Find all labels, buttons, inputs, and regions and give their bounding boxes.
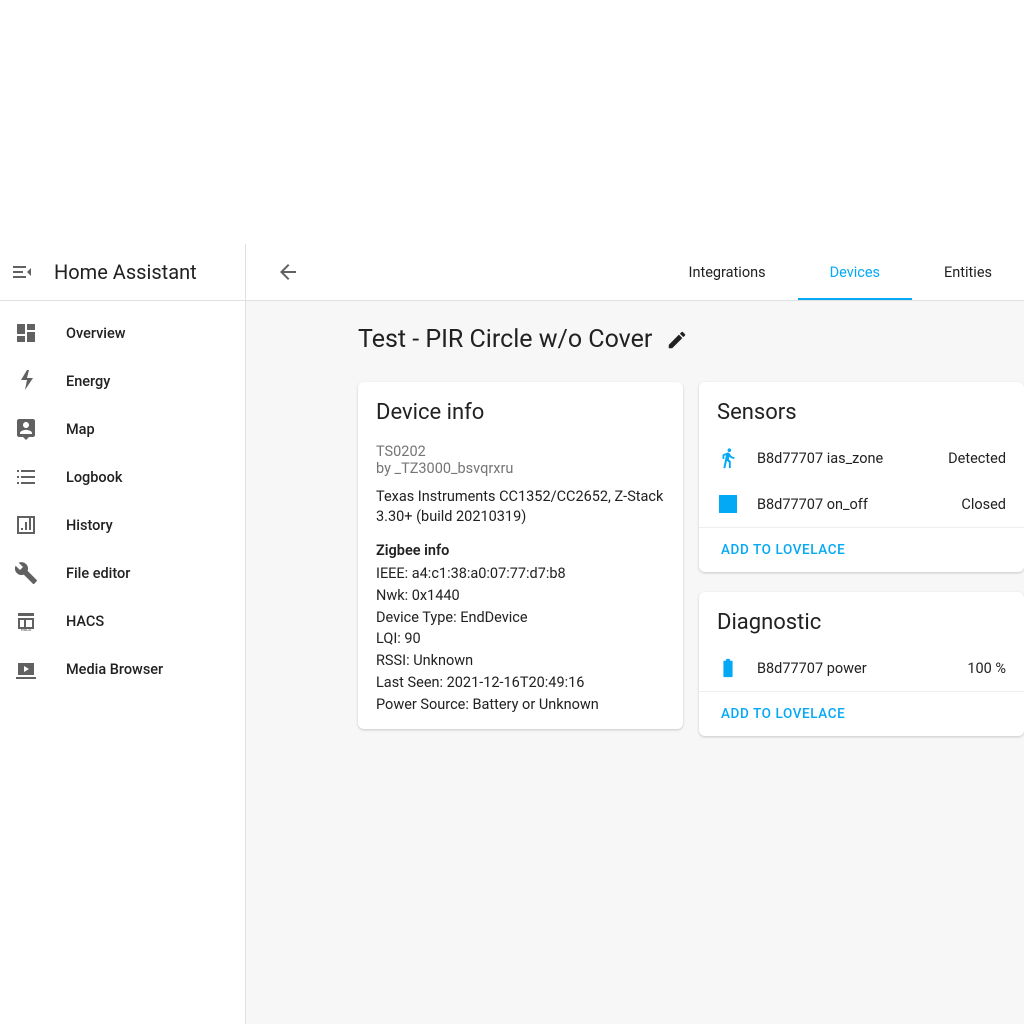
sidebar-item-label: Media Browser <box>66 661 163 678</box>
cards-row: Device info TS0202 by _TZ3000_bsvqrxru T… <box>358 382 1024 736</box>
device-manufacturer: by _TZ3000_bsvqrxru <box>376 460 665 477</box>
device-hardware: Texas Instruments CC1352/CC2652, Z-Stack… <box>376 487 665 526</box>
diagnostic-card: Diagnostic B8d77707 power 100 % ADD TO L… <box>699 592 1024 736</box>
zigbee-nwk: Nwk: 0x1440 <box>376 585 665 607</box>
main-area: Integrations Devices Entities Test - PIR… <box>246 244 1024 1024</box>
sidebar-item-overview[interactable]: Overview <box>0 309 245 357</box>
sidebar-item-label: File editor <box>66 565 130 582</box>
dashboard-icon <box>14 321 38 345</box>
tabs: Integrations Devices Entities <box>657 244 1024 300</box>
sidebar-nav: Overview Energy Map Logbook History File… <box>0 301 245 701</box>
diagnostic-value: 100 % <box>967 660 1006 677</box>
back-icon[interactable] <box>276 260 300 284</box>
tab-entities[interactable]: Entities <box>912 244 1024 300</box>
sidebar-item-label: HACS <box>66 613 104 630</box>
sidebar: Home Assistant Overview Energy Map Logbo… <box>0 244 246 1024</box>
sidebar-item-label: Overview <box>66 325 126 342</box>
add-to-lovelace-button[interactable]: ADD TO LOVELACE <box>699 692 1024 736</box>
sensor-value: Detected <box>948 450 1006 467</box>
sidebar-item-label: Logbook <box>66 469 122 486</box>
play-box-icon <box>14 657 38 681</box>
edit-icon[interactable] <box>666 329 688 351</box>
zigbee-info-label: Zigbee info <box>376 542 665 559</box>
sidebar-header: Home Assistant <box>0 244 245 301</box>
zigbee-lqi: LQI: 90 <box>376 628 665 650</box>
svg-text:HACS: HACS <box>21 627 32 632</box>
sidebar-item-media-browser[interactable]: Media Browser <box>0 645 245 693</box>
page-title: Test - PIR Circle w/o Cover <box>358 325 652 354</box>
zigbee-power-source: Power Source: Battery or Unknown <box>376 694 665 716</box>
device-info-card: Device info TS0202 by _TZ3000_bsvqrxru T… <box>358 382 683 729</box>
diagnostic-title: Diagnostic <box>699 610 1024 635</box>
person-pin-icon <box>14 417 38 441</box>
app-title: Home Assistant <box>54 260 197 284</box>
zigbee-device-type: Device Type: EndDevice <box>376 607 665 629</box>
sensor-row[interactable]: B8d77707 ias_zone Detected <box>699 435 1024 481</box>
bar-chart-icon <box>14 513 38 537</box>
sidebar-item-energy[interactable]: Energy <box>0 357 245 405</box>
sidebar-item-file-editor[interactable]: File editor <box>0 549 245 597</box>
sensor-value: Closed <box>961 496 1006 513</box>
hacs-icon: HACS <box>14 609 38 633</box>
device-info-title: Device info <box>376 400 665 425</box>
side-cards: Sensors B8d77707 ias_zone Detected <box>699 382 1024 736</box>
run-icon <box>717 447 739 469</box>
sidebar-item-hacs[interactable]: HACS HACS <box>0 597 245 645</box>
square-icon <box>717 493 739 515</box>
list-icon <box>14 465 38 489</box>
lightning-icon <box>14 369 38 393</box>
sensors-card: Sensors B8d77707 ias_zone Detected <box>699 382 1024 572</box>
sensor-row[interactable]: B8d77707 on_off Closed <box>699 481 1024 527</box>
zigbee-rssi: RSSI: Unknown <box>376 650 665 672</box>
sensor-name: B8d77707 on_off <box>757 496 943 513</box>
sidebar-item-label: History <box>66 517 113 534</box>
sensor-name: B8d77707 ias_zone <box>757 450 930 467</box>
diagnostic-name: B8d77707 power <box>757 660 949 677</box>
sidebar-item-history[interactable]: History <box>0 501 245 549</box>
content: Test - PIR Circle w/o Cover Device info … <box>246 301 1024 1024</box>
topbar: Integrations Devices Entities <box>246 244 1024 301</box>
page-title-row: Test - PIR Circle w/o Cover <box>358 325 1024 354</box>
sensors-title: Sensors <box>699 400 1024 425</box>
zigbee-last-seen: Last Seen: 2021-12-16T20:49:16 <box>376 672 665 694</box>
tab-integrations[interactable]: Integrations <box>657 244 798 300</box>
wrench-icon <box>14 561 38 585</box>
device-model: TS0202 <box>376 443 665 460</box>
sidebar-item-label: Energy <box>66 373 110 390</box>
diagnostic-row[interactable]: B8d77707 power 100 % <box>699 645 1024 691</box>
sidebar-item-map[interactable]: Map <box>0 405 245 453</box>
menu-collapse-icon[interactable] <box>10 260 34 284</box>
add-to-lovelace-button[interactable]: ADD TO LOVELACE <box>699 528 1024 572</box>
battery-icon <box>717 657 739 679</box>
zigbee-ieee: IEEE: a4:c1:38:a0:07:77:d7:b8 <box>376 563 665 585</box>
tab-devices[interactable]: Devices <box>798 244 912 300</box>
sidebar-item-logbook[interactable]: Logbook <box>0 453 245 501</box>
sidebar-item-label: Map <box>66 421 95 438</box>
